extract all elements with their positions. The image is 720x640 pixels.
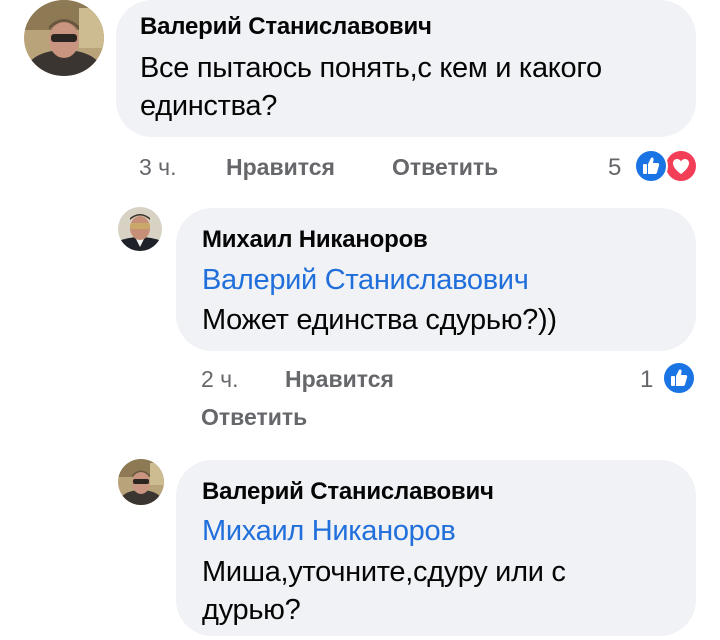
mention-link[interactable]: Валерий Станиславович	[202, 264, 529, 297]
avatar[interactable]	[24, 0, 104, 76]
comment-bubble: Валерий Станиславович Все пытаюсь понять…	[116, 0, 696, 137]
comment-time[interactable]: 2 ч.	[201, 366, 239, 393]
reply-button[interactable]: Ответить	[201, 404, 307, 431]
comment-text: Может единства сдурью?))	[202, 304, 557, 336]
mention-link[interactable]: Михаил Никаноров	[202, 515, 456, 548]
avatar-photo	[118, 459, 164, 505]
comment-bubble: Михаил Никаноров Валерий Станиславович М…	[176, 208, 696, 351]
like-icon	[634, 149, 668, 183]
love-icon	[664, 149, 698, 183]
comment-text: Миша,уточните,сдуру или с дурью?	[202, 556, 566, 626]
comment-author[interactable]: Валерий Станиславович	[202, 478, 494, 506]
avatar[interactable]	[118, 207, 162, 251]
reaction-count: 5	[608, 154, 622, 181]
avatar-photo	[118, 207, 162, 251]
reply-button[interactable]: Ответить	[392, 154, 498, 181]
avatar-photo	[24, 0, 104, 76]
reaction-count: 1	[640, 366, 654, 393]
like-button[interactable]: Нравится	[285, 366, 394, 393]
comment-bubble: Валерий Станиславович Михаил Никаноров М…	[176, 460, 696, 636]
comment-author[interactable]: Валерий Станиславович	[140, 13, 432, 41]
comment-text: Все пытаюсь понять,с кем и какого единст…	[140, 52, 602, 122]
avatar[interactable]	[118, 459, 164, 505]
like-icon	[662, 361, 696, 395]
comment-time[interactable]: 3 ч.	[139, 154, 177, 181]
like-button[interactable]: Нравится	[226, 154, 335, 181]
comment-author[interactable]: Михаил Никаноров	[202, 226, 428, 254]
